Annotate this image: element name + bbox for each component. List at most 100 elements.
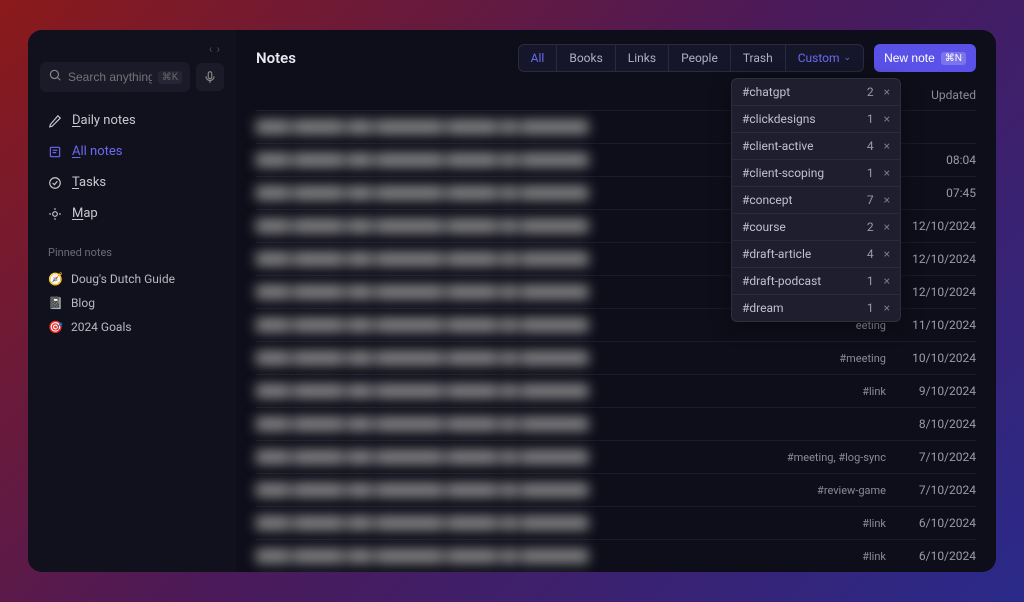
tag-label: #course (742, 220, 786, 234)
close-icon[interactable]: × (884, 139, 890, 153)
tag-count: 4 (867, 139, 874, 153)
tag-label: #client-scoping (742, 166, 824, 180)
dropdown-tag-item[interactable]: #course 2 × (732, 214, 900, 241)
note-tags: #review-game (766, 484, 886, 497)
note-tags: #meeting (766, 352, 886, 365)
new-note-button[interactable]: New note ⌘N (874, 44, 976, 72)
search-shortcut: ⌘K (158, 71, 182, 84)
header: Notes All Books Links People Trash Custo… (236, 30, 996, 84)
dropdown-tag-item[interactable]: #client-active 4 × (732, 133, 900, 160)
sidebar: ‹ › ⌘K Daily notes (28, 30, 236, 572)
pinned-item[interactable]: 🧭 Doug's Dutch Guide (40, 267, 224, 291)
table-row[interactable]: ████ ██████ ███ ████████ ██████ ██ █████… (256, 506, 976, 539)
search-icon (48, 68, 62, 86)
mic-button[interactable] (196, 63, 224, 91)
close-icon[interactable]: × (884, 274, 890, 288)
table-row[interactable]: ████ ██████ ███ ████████ ██████ ██ █████… (256, 473, 976, 506)
note-title: ████ ██████ ███ ████████ ██████ ██ █████… (256, 516, 766, 530)
header-actions: All Books Links People Trash Custom ⌄ Ne… (518, 44, 976, 72)
filter-tab-links[interactable]: Links (616, 45, 669, 71)
dropdown-tag-item[interactable]: #client-scoping 1 × (732, 160, 900, 187)
filter-tab-all[interactable]: All (519, 45, 558, 71)
nav-tasks[interactable]: Tasks (40, 168, 224, 197)
note-updated: 7/10/2024 (886, 450, 976, 464)
tag-count: 2 (867, 85, 874, 99)
pinned-item[interactable]: 🎯 2024 Goals (40, 315, 224, 339)
dropdown-tag-item[interactable]: #concept7× (732, 187, 900, 214)
nav-label: Tasks (72, 175, 106, 190)
note-updated: 9/10/2024 (886, 384, 976, 398)
close-icon[interactable]: × (884, 247, 890, 261)
note-title: ████ ██████ ███ ████████ ██████ ██ █████… (256, 351, 766, 365)
pinned-list: 🧭 Doug's Dutch Guide 📓 Blog 🎯 2024 Goals (40, 267, 224, 339)
search-input[interactable] (68, 70, 152, 84)
note-updated: 6/10/2024 (886, 549, 976, 563)
pinned-label: Blog (71, 296, 95, 310)
pinned-emoji: 🎯 (48, 320, 63, 334)
nav-label: Daily notes (72, 113, 136, 128)
tag-count: 1 (867, 274, 874, 288)
dropdown-tag-item[interactable]: #chatgpt 2 × (732, 79, 900, 106)
dropdown-tag-item[interactable]: #dream 1 × (732, 295, 900, 321)
map-icon (48, 207, 62, 221)
filter-tab-custom[interactable]: Custom ⌄ (786, 45, 863, 71)
filter-tab-books[interactable]: Books (557, 45, 615, 71)
app-window: ‹ › ⌘K Daily notes (28, 30, 996, 572)
close-icon[interactable]: × (884, 112, 890, 126)
dropdown-tag-item[interactable]: #clickdesigns1× (732, 106, 900, 133)
note-title: ████ ██████ ███ ████████ ██████ ██ █████… (256, 252, 766, 266)
chevron-down-icon: ⌄ (844, 53, 852, 63)
table-row[interactable]: ████ ██████ ███ ████████ ██████ ██ █████… (256, 539, 976, 572)
close-icon[interactable]: × (884, 85, 890, 99)
dropdown-tag-item[interactable]: #draft-podcast 1 × (732, 268, 900, 295)
history-nav: ‹ › (40, 40, 224, 62)
nav-list: Daily notes All notes Tasks Map (40, 106, 224, 228)
tag-count: 1 (867, 166, 874, 180)
filter-tab-people[interactable]: People (669, 45, 731, 71)
filter-tab-trash[interactable]: Trash (731, 45, 786, 71)
custom-filter-dropdown: #chatgpt2×#clickdesigns1×#client-active4… (731, 78, 901, 322)
tag-label: #clickdesigns (742, 112, 816, 126)
note-title: ████ ██████ ███ ████████ ██████ ██ █████… (256, 153, 766, 167)
note-title: ████ ██████ ███ ████████ ██████ ██ █████… (256, 549, 766, 563)
nav-back-icon[interactable]: ‹ (209, 42, 213, 56)
main-content: Notes All Books Links People Trash Custo… (236, 30, 996, 572)
note-title: ████ ██████ ███ ████████ ██████ ██ █████… (256, 417, 766, 431)
pinned-label: Doug's Dutch Guide (71, 272, 175, 286)
tag-label: #draft-podcast (742, 274, 821, 288)
close-icon[interactable]: × (884, 220, 890, 234)
tag-label: #chatgpt (742, 85, 790, 99)
table-row[interactable]: ████ ██████ ███ ████████ ██████ ██ █████… (256, 407, 976, 440)
note-title: ████ ██████ ███ ████████ ██████ ██ █████… (256, 384, 766, 398)
close-icon[interactable]: × (884, 166, 890, 180)
note-title: ████ ██████ ███ ████████ ██████ ██ █████… (256, 318, 766, 332)
search-box[interactable]: ⌘K (40, 62, 190, 92)
nav-map[interactable]: Map (40, 199, 224, 228)
note-tags: #link (766, 517, 886, 530)
tag-count: 2 (867, 220, 874, 234)
note-title: ████ ██████ ███ ████████ ██████ ██ █████… (256, 285, 766, 299)
note-updated: 6/10/2024 (886, 516, 976, 530)
nav-forward-icon[interactable]: › (216, 42, 220, 56)
note-updated: 11/10/2024 (886, 318, 976, 332)
tag-count: 1 (867, 301, 874, 315)
tag-label: #client-active (742, 139, 814, 153)
table-row[interactable]: ████ ██████ ███ ████████ ██████ ██ █████… (256, 374, 976, 407)
tag-count: 4 (867, 247, 874, 261)
table-row[interactable]: ████ ██████ ███ ████████ ██████ ██ █████… (256, 341, 976, 374)
note-tags: #meeting, #log-sync (766, 451, 886, 464)
pinned-emoji: 📓 (48, 296, 63, 310)
tasks-icon (48, 176, 62, 190)
close-icon[interactable]: × (884, 193, 890, 207)
nav-daily-notes[interactable]: Daily notes (40, 106, 224, 135)
pinned-label: 2024 Goals (71, 320, 132, 334)
close-icon[interactable]: × (884, 301, 890, 315)
pinned-item[interactable]: 📓 Blog (40, 291, 224, 315)
nav-all-notes[interactable]: All notes (40, 137, 224, 166)
table-row[interactable]: ████ ██████ ███ ████████ ██████ ██ █████… (256, 440, 976, 473)
tag-label: #dream (742, 301, 784, 315)
tag-count: 7 (867, 193, 874, 207)
dropdown-tag-item[interactable]: #draft-article4× (732, 241, 900, 268)
note-title: ████ ██████ ███ ████████ ██████ ██ █████… (256, 120, 766, 134)
nav-label: Map (72, 206, 98, 221)
